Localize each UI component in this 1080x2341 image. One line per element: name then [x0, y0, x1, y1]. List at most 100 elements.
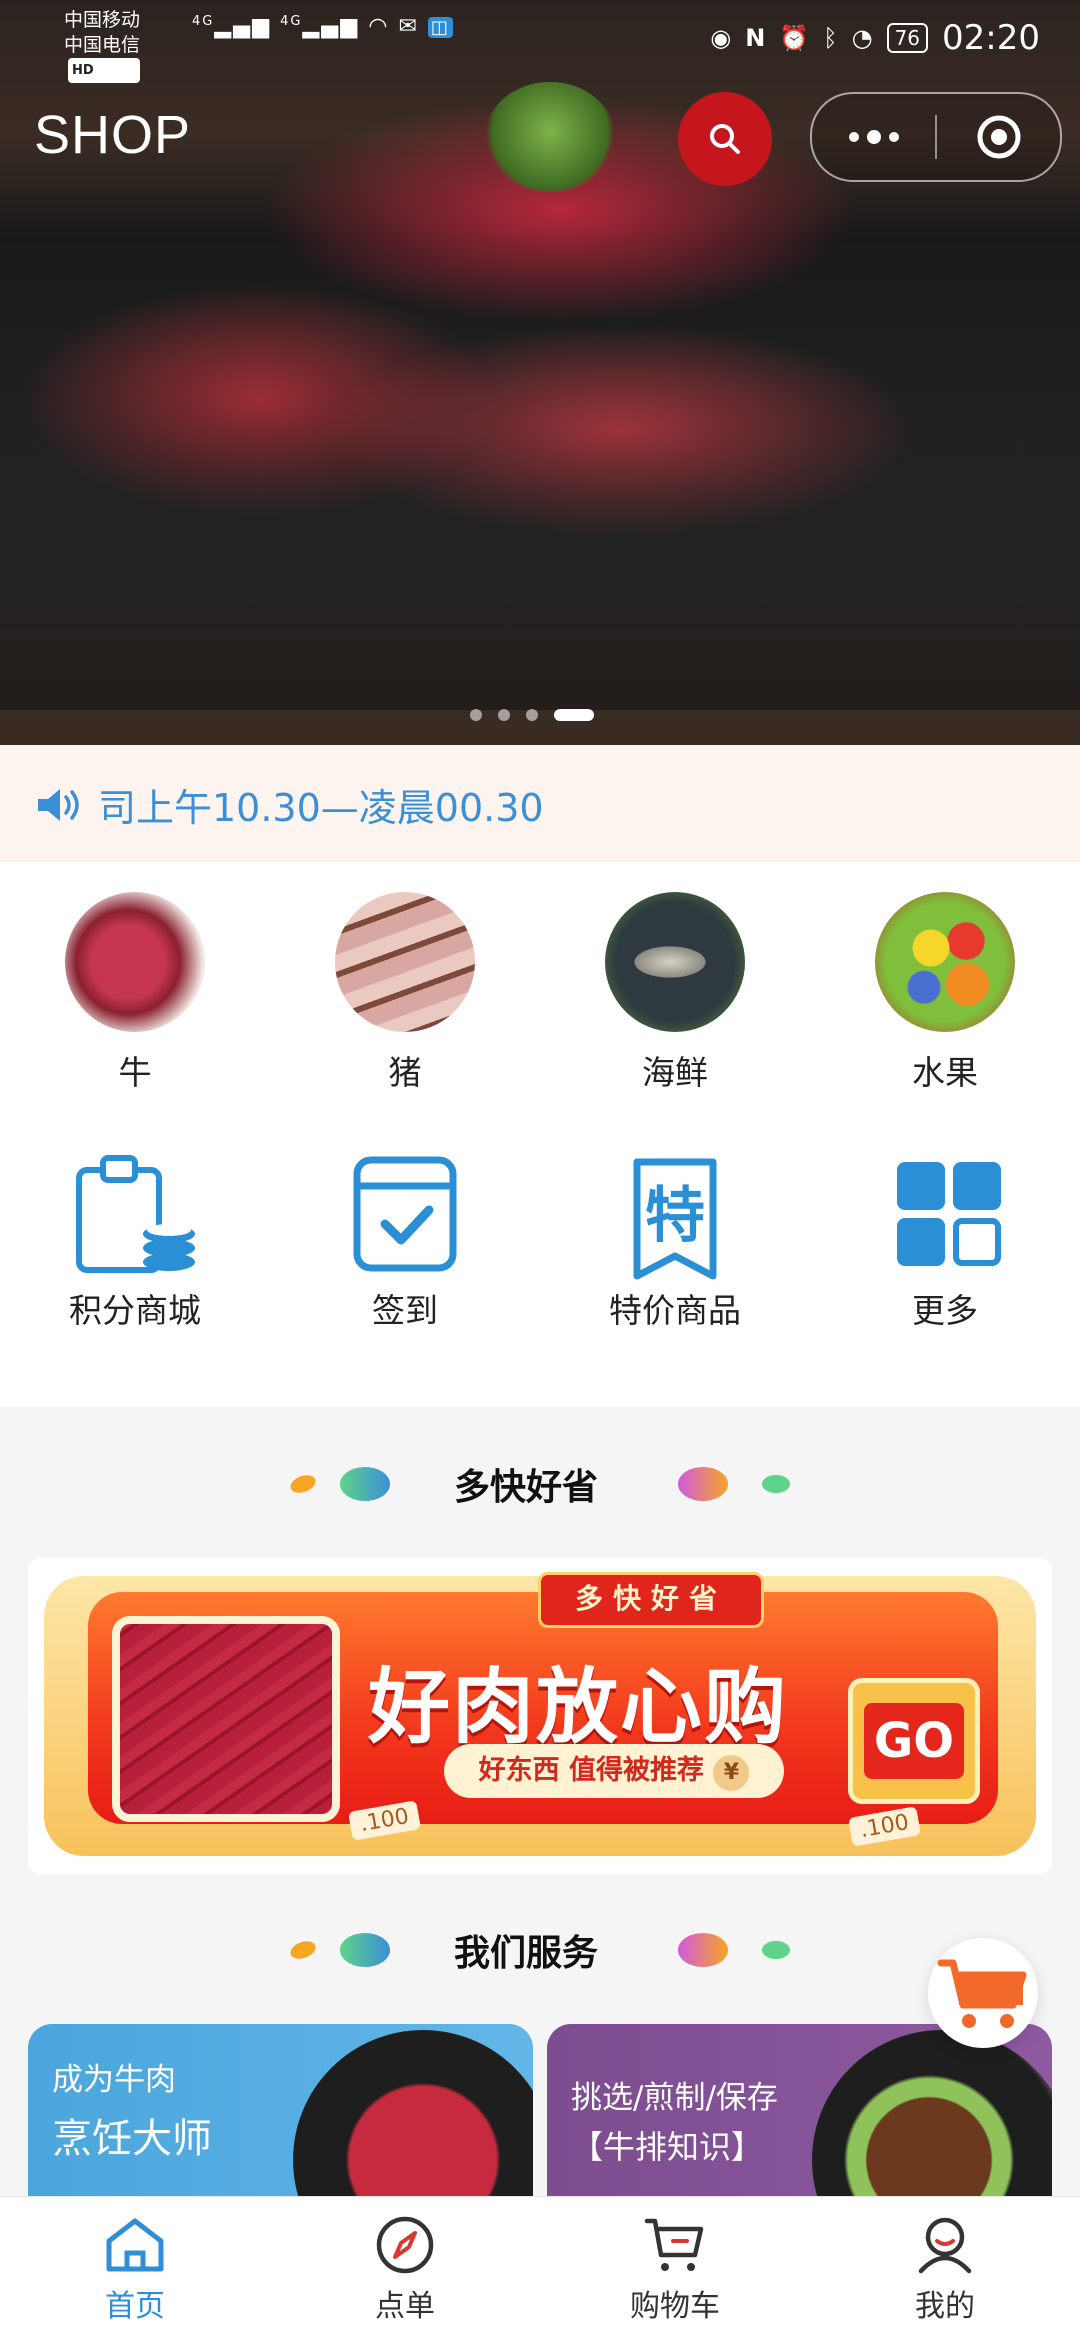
svg-text:特: 特 — [645, 1181, 705, 1251]
feature-label: 更多 — [912, 1291, 978, 1330]
category-seafood[interactable]: 海鲜 — [575, 892, 775, 1094]
hero-herb-garnish — [485, 82, 615, 192]
tab-label: 首页 — [105, 2289, 165, 2324]
go-button[interactable]: GO — [848, 1678, 980, 1804]
signal-icons: 4G▂▄▆ 4G▂▄▆ ◠ ✉ ◫ — [192, 14, 453, 39]
service-card-cooking-master[interactable]: 成为牛肉 烹饪大师 — [28, 2024, 533, 2224]
card-line2: 烹饪大师 — [52, 2116, 212, 2162]
clipboard-coins-icon — [76, 1155, 195, 1273]
category-label: 牛 — [118, 1053, 152, 1092]
seafood-image — [605, 892, 745, 1032]
feature-label: 积分商城 — [69, 1291, 201, 1330]
more-menu-button[interactable] — [812, 129, 935, 145]
banner-subtitle-text: 好东西 值得被推荐 — [478, 1755, 704, 1786]
carrier-1: 中国移动 — [64, 9, 141, 31]
fruit-image — [875, 892, 1015, 1032]
cart-icon — [937, 1959, 1027, 2028]
speed-icon: ◔ — [851, 24, 873, 52]
card-line1: 成为牛肉 — [52, 2062, 176, 2098]
tab-home[interactable]: 首页 — [0, 2197, 270, 2341]
hero-slate-shade — [0, 270, 1080, 710]
card-steak-plate-image — [812, 2030, 1052, 2224]
carousel-dot[interactable] — [470, 709, 482, 721]
status-bar: 中国移动 中国电信 HD 4G▂▄▆ 4G▂▄▆ ◠ ✉ ◫ ◉ N ⏰ ᛒ ◔ … — [0, 0, 1080, 83]
calendar-check-icon — [353, 1156, 457, 1272]
banner-meat-image — [112, 1616, 340, 1822]
category-pork[interactable]: 猪 — [305, 892, 505, 1094]
signal-4g-label-2: 4G — [280, 14, 303, 29]
decor-blob — [339, 1933, 390, 1967]
card-line2: 【牛排知识】 — [571, 2128, 764, 2166]
floating-cart-button[interactable] — [928, 1938, 1038, 2048]
beef-image — [65, 892, 205, 1032]
decor-blob — [339, 1467, 390, 1501]
promo-banner[interactable]: 多快好省 好肉放心购 好东西 值得被推荐 ¥ GO .100 .100 — [28, 1558, 1052, 1874]
alarm-icon: ⏰ — [779, 24, 810, 52]
decor-blob — [678, 1467, 728, 1501]
nfc-icon: N — [745, 24, 766, 52]
section-title: 多快好省 — [453, 1467, 598, 1508]
target-close-icon — [977, 115, 1020, 159]
banner-subtitle: 好东西 值得被推荐 ¥ — [444, 1744, 784, 1798]
battery-indicator: 76 — [886, 23, 929, 53]
card-steak-plate-image — [293, 2030, 533, 2224]
notice-text: 司上午10.30—凌晨00.30 — [98, 786, 544, 830]
tab-label: 我的 — [915, 2289, 975, 2324]
tab-cart[interactable]: 购物车 — [540, 2197, 810, 2341]
go-label: GO — [863, 1703, 965, 1779]
section-header-duokuaihaosheng: 多快好省 — [0, 1454, 1080, 1514]
service-card-steak-knowledge[interactable]: 挑选/煎制/保存 【牛排知识】 — [547, 2024, 1052, 2224]
more-dots-icon — [848, 130, 899, 144]
app-notification-icon: ◫ — [427, 17, 453, 38]
close-miniprogram-button[interactable] — [937, 113, 1060, 161]
miniprogram-capsule — [810, 92, 1062, 182]
status-time: 02:20 — [942, 18, 1040, 58]
carousel-dot[interactable] — [498, 709, 510, 721]
tab-order[interactable]: 点单 — [270, 2197, 540, 2341]
tab-mine[interactable]: 我的 — [810, 2197, 1080, 2341]
feature-points-mall[interactable]: 积分商城 — [35, 1152, 235, 1332]
banner-tag: 多快好省 — [538, 1572, 764, 1628]
hd-badge: HD — [68, 58, 141, 83]
category-grid: 牛 猪 海鲜 水果 积分商城 签到 特 特价商品 更多 — [0, 862, 1080, 1407]
carousel-dot[interactable] — [526, 709, 538, 721]
feature-label: 特价商品 — [609, 1291, 741, 1330]
coupon-value: 100 — [865, 1809, 911, 1842]
bluetooth-icon: ᛒ — [823, 24, 838, 52]
signal-bars-icon: ▂▄▆ — [214, 14, 272, 39]
eye-icon: ◉ — [710, 24, 732, 52]
yen-symbol: ¥ — [713, 1755, 750, 1791]
category-beef[interactable]: 牛 — [35, 892, 235, 1094]
feature-more[interactable]: 更多 — [845, 1152, 1045, 1332]
tab-label: 点单 — [375, 2289, 435, 2324]
grid-more-icon — [897, 1162, 1001, 1266]
special-price-icon: 特 — [633, 1158, 717, 1280]
mail-icon: ✉ — [398, 14, 419, 39]
bottom-tab-bar: 首页 点单 购物车 我的 — [0, 2196, 1080, 2341]
decor-blob — [288, 1472, 318, 1496]
notice-bar: 司上午10.30—凌晨00.30 — [0, 747, 1080, 862]
search-icon — [710, 124, 740, 154]
carousel-dots — [470, 709, 594, 721]
feature-label: 签到 — [372, 1291, 438, 1330]
feature-checkin[interactable]: 签到 — [305, 1152, 505, 1332]
section-title: 我们服务 — [453, 1933, 598, 1974]
card-line1: 挑选/煎制/保存 — [571, 2080, 778, 2116]
decor-blob — [678, 1933, 728, 1967]
home-icon — [106, 2218, 164, 2272]
search-button[interactable] — [678, 92, 772, 186]
decor-blob — [762, 1475, 790, 1493]
signal-4g-label-1: 4G — [192, 14, 215, 29]
signal-bars-icon: ▂▄▆ — [302, 14, 360, 39]
page-title: SHOP — [34, 105, 192, 165]
coupon-value: 100 — [365, 1803, 411, 1836]
pork-image — [335, 892, 475, 1032]
shopping-cart-icon — [644, 2218, 704, 2271]
carousel-dot-active[interactable] — [554, 709, 594, 721]
category-label: 海鲜 — [642, 1053, 708, 1092]
decor-blob — [288, 1938, 318, 1962]
compass-icon — [376, 2216, 434, 2274]
feature-special-price[interactable]: 特 特价商品 — [575, 1152, 775, 1332]
tab-label: 购物车 — [630, 2289, 720, 2324]
category-fruit[interactable]: 水果 — [845, 892, 1045, 1094]
